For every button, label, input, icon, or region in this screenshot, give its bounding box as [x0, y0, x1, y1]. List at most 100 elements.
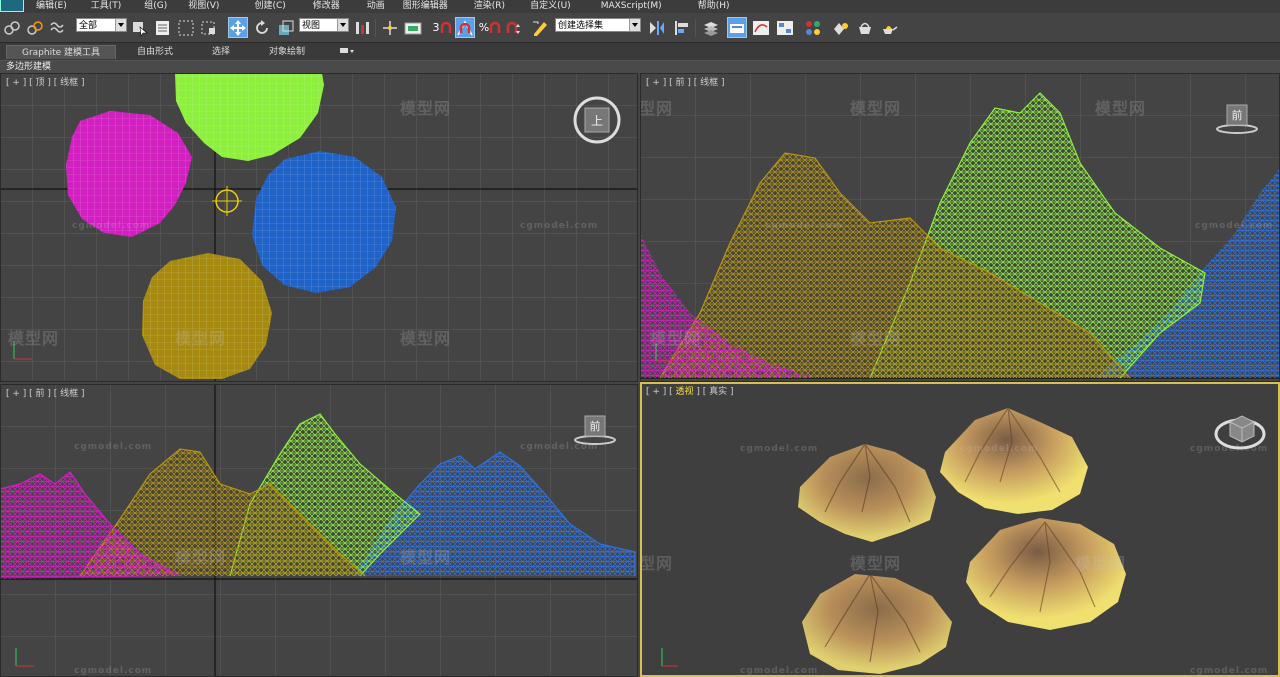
perspective-view-scene: [661, 407, 1126, 674]
watermark-logo: 模型网: [1095, 99, 1147, 118]
mirror-icon[interactable]: [647, 17, 667, 38]
viewport-left[interactable]: [ + ] [ 前 ] [ 线框 ] 前 模型网 模型网 cgmodel.com…: [0, 384, 638, 677]
select-and-move-icon[interactable]: [228, 17, 248, 38]
chevron-down-icon: [115, 19, 126, 31]
rectangular-selection-icon[interactable]: [176, 17, 196, 38]
watermark-logo: 模型网: [850, 329, 902, 348]
ribbon-panel-title: 多边形建模: [0, 60, 1280, 73]
viewport-label-perspective[interactable]: [ + ] [ 透视 ] [ 真实 ]: [646, 384, 734, 397]
watermark-logo: 模型网: [640, 99, 674, 118]
watermark-logo: 模型网: [8, 329, 60, 348]
menu-item-1[interactable]: 工具(T): [91, 0, 122, 13]
watermark-logo: 模型网: [400, 329, 452, 348]
select-and-scale-icon[interactable]: [276, 17, 296, 38]
viewport-front[interactable]: [ + ] [ 前 ] [ 线框 ] 前 模型网 模型网 模型网 模型网 模型网…: [640, 73, 1280, 382]
front-view-scene: [640, 73, 1280, 382]
viewport-label-top[interactable]: [ + ] [ 顶 ] [ 线框 ]: [6, 75, 85, 88]
viewcube-perspective[interactable]: [1212, 404, 1268, 457]
use-pivot-center-icon[interactable]: [352, 17, 372, 38]
watermark-url: cgmodel.com: [1195, 221, 1274, 231]
render-setup-icon[interactable]: [831, 17, 851, 38]
menu-item-0[interactable]: 编辑(E): [36, 0, 67, 13]
viewport-top[interactable]: [ + ] [ 顶 ] [ 线框 ] 上 模型网 模型网 模型网 模型网 cgm…: [0, 73, 638, 382]
watermark-logo: 模型网: [850, 99, 902, 118]
menu-item-4[interactable]: 创建(C): [254, 0, 285, 13]
reference-coordinate-dropdown[interactable]: 视图: [299, 18, 349, 32]
svg-text:上: 上: [591, 114, 603, 128]
keyboard-shortcut-override-icon[interactable]: [403, 17, 423, 38]
menu-item-11[interactable]: 帮助(H): [698, 0, 730, 13]
terrain-bottom-left[interactable]: [802, 574, 952, 674]
svg-text:前: 前: [590, 419, 601, 433]
named-selection-set-dropdown[interactable]: 创建选择集: [555, 18, 641, 32]
watermark-url: cgmodel.com: [740, 666, 819, 676]
watermark-url: cgmodel.com: [740, 444, 819, 454]
select-object-icon[interactable]: [130, 17, 150, 38]
snaps-toggle-icon[interactable]: 3: [430, 17, 454, 38]
menu-item-5[interactable]: 修改器: [313, 0, 340, 13]
viewport-label-front[interactable]: [ + ] [ 前 ] [ 线框 ]: [646, 75, 725, 88]
tab-graphite-modeling-tools[interactable]: Graphite 建模工具: [6, 45, 116, 59]
menu-item-9[interactable]: 自定义(U): [530, 0, 571, 13]
viewcube-front[interactable]: 前: [1212, 99, 1262, 142]
select-and-link-icon[interactable]: [2, 17, 22, 38]
menu-item-7[interactable]: 图形编辑器: [403, 0, 448, 13]
ribbon-subtitle[interactable]: 多边形建模: [6, 61, 51, 73]
ribbon-options-button[interactable]: [334, 45, 358, 59]
terrain-top-right[interactable]: [940, 408, 1088, 514]
curve-editor-icon[interactable]: [751, 17, 771, 38]
selection-filter-dropdown[interactable]: 全部: [76, 18, 127, 32]
select-and-rotate-icon[interactable]: [252, 17, 272, 38]
watermark-logo: 模型网: [1075, 554, 1127, 573]
watermark-logo: 模型网: [650, 329, 702, 348]
watermark-url: cgmodel.com: [520, 221, 599, 231]
align-icon[interactable]: [672, 17, 692, 38]
viewport-perspective[interactable]: [ + ] [ 透视 ] [ 真实 ] 模型网 模型网 模型网 cgmodel.…: [640, 382, 1280, 677]
select-and-manipulate-icon[interactable]: [380, 17, 400, 38]
menu-bar: 编辑(E) 工具(T) 组(G) 视图(V) 创建(C) 修改器 动画 图形编辑器 渲染(R) 自…: [0, 0, 1280, 13]
layer-manager-icon[interactable]: [701, 17, 721, 38]
app-logo-icon[interactable]: [0, 0, 24, 12]
select-by-name-icon[interactable]: [153, 17, 173, 38]
left-view-scene: [0, 384, 638, 677]
menu-item-6[interactable]: 动画: [367, 0, 385, 13]
watermark-logo: 模型网: [175, 548, 227, 567]
toolbar-separator: [695, 19, 696, 37]
chevron-down-icon: [629, 19, 640, 31]
spinner-snap-toggle-icon[interactable]: [503, 17, 523, 38]
main-toolbar: 全部 视图 3 % 创建选择集: [0, 13, 1280, 43]
tab-selection[interactable]: 选择: [194, 45, 248, 59]
watermark-logo: 模型网: [400, 548, 452, 567]
window-crossing-icon[interactable]: [199, 17, 219, 38]
material-editor-icon[interactable]: [803, 17, 823, 38]
bind-to-spacewarp-icon[interactable]: [48, 17, 68, 38]
viewcube-top[interactable]: 上: [572, 95, 622, 148]
watermark-logo: 模型网: [850, 554, 902, 573]
render-production-icon[interactable]: [879, 17, 899, 38]
watermark-logo: 模型网: [640, 554, 674, 573]
toolbar-separator: [375, 19, 376, 37]
watermark-url: cgmodel.com: [1190, 666, 1269, 676]
watermark-logo: 模型网: [400, 99, 452, 118]
angle-snap-toggle-icon[interactable]: [455, 17, 475, 38]
tab-object-paint[interactable]: 对象绘制: [252, 45, 322, 59]
percent-snap-toggle-icon[interactable]: %: [478, 17, 502, 38]
menu-item-3[interactable]: 视图(V): [188, 0, 219, 13]
watermark-url: cgmodel.com: [765, 221, 844, 231]
viewcube-left[interactable]: 前: [570, 410, 620, 453]
schematic-view-icon[interactable]: [775, 17, 795, 38]
menu-item-2[interactable]: 组(G): [144, 0, 167, 13]
watermark-url: cgmodel.com: [74, 442, 153, 452]
menu-item-10[interactable]: MAXScript(M): [601, 0, 662, 13]
menu-item-8[interactable]: 渲染(R): [474, 0, 505, 13]
ribbon-bar: Graphite 建模工具 自由形式 选择 对象绘制: [0, 43, 1280, 60]
watermark-url: cgmodel.com: [74, 666, 153, 676]
svg-text:前: 前: [1232, 108, 1243, 122]
watermark-url: cgmodel.com: [72, 221, 151, 231]
tab-freeform[interactable]: 自由形式: [120, 45, 190, 59]
viewport-label-left[interactable]: [ + ] [ 前 ] [ 线框 ]: [6, 386, 85, 399]
edit-named-selection-icon[interactable]: [530, 17, 550, 38]
graphite-modeling-tools-icon[interactable]: [727, 17, 747, 38]
unlink-icon[interactable]: [25, 17, 45, 38]
rendered-frame-window-icon[interactable]: [855, 17, 875, 38]
